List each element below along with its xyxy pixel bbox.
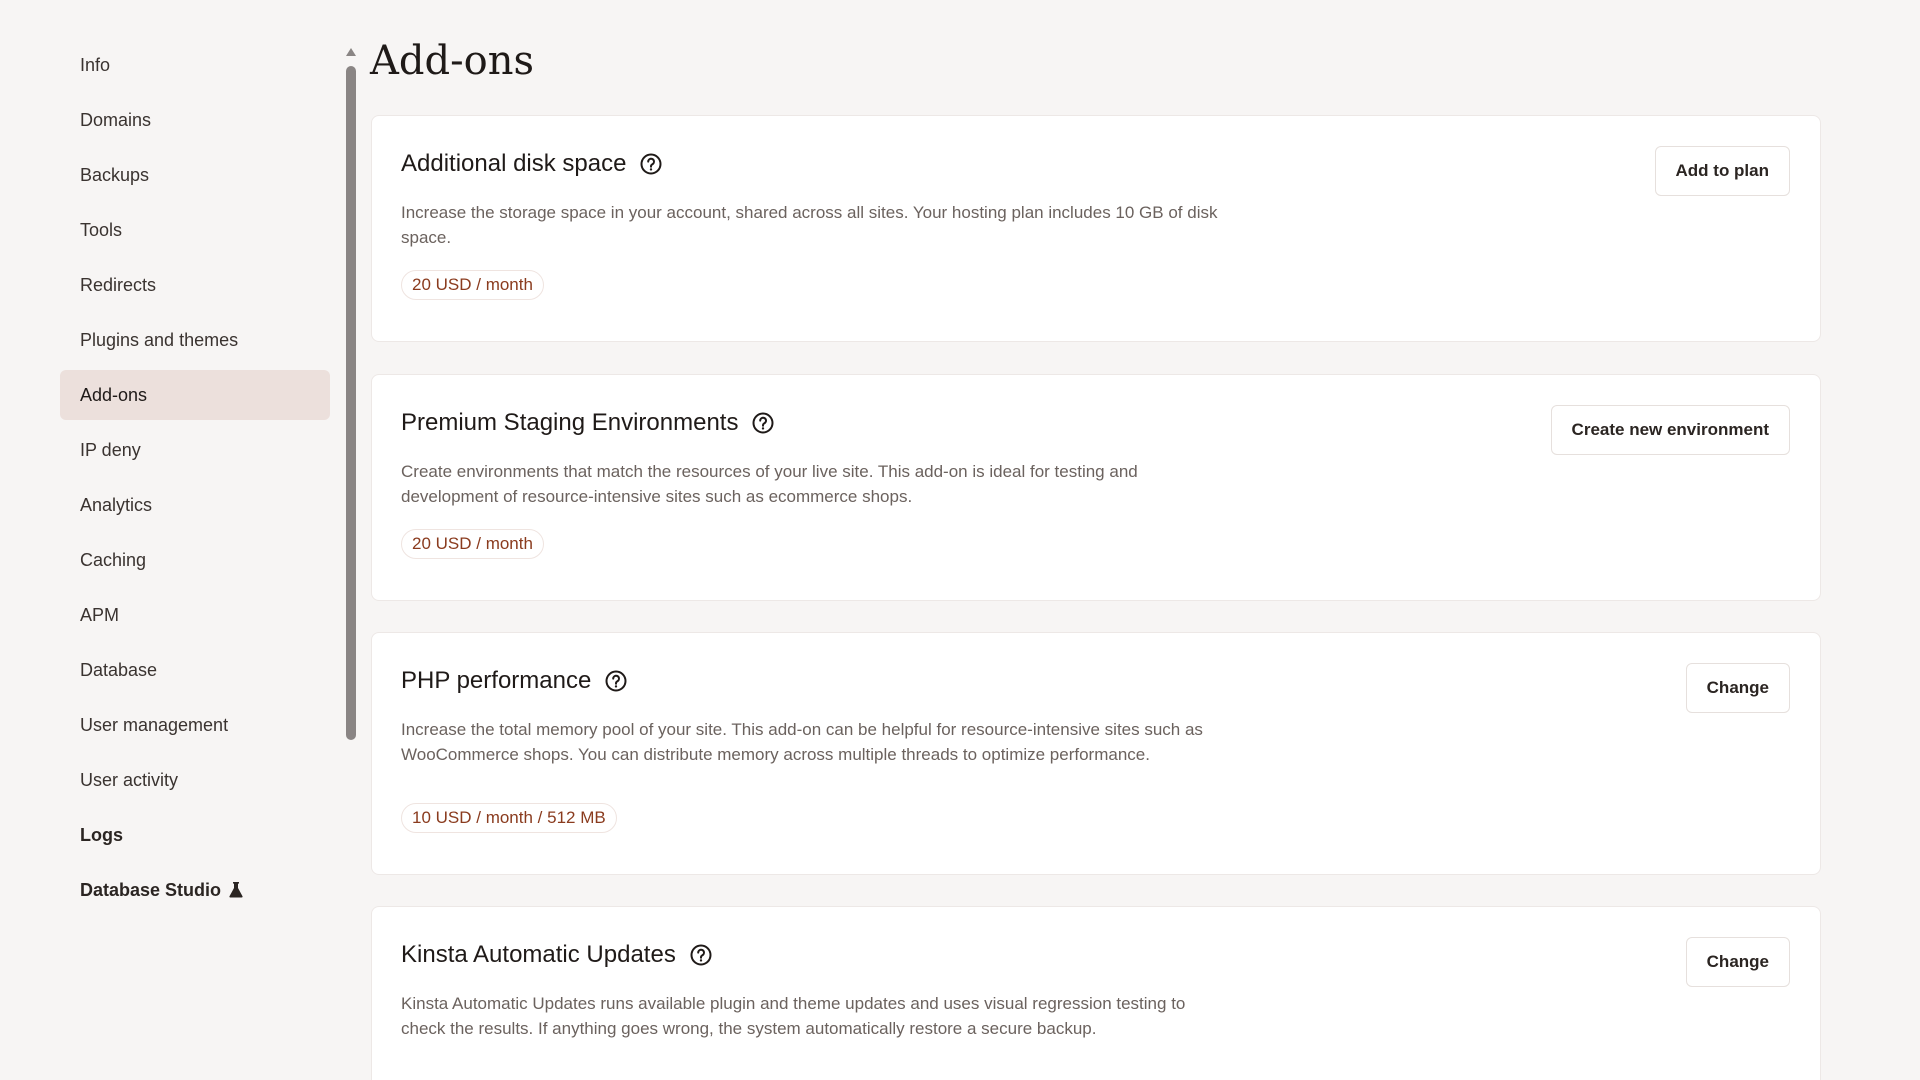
sidebar-item-info[interactable]: Info: [60, 40, 330, 90]
sidebar-item-domains[interactable]: Domains: [60, 95, 330, 145]
sidebar-item-label: Logs: [80, 824, 123, 845]
addon-card-premium-staging: Premium Staging Environments Create envi…: [371, 374, 1821, 601]
price-badge: 20 USD / month: [401, 529, 544, 559]
help-icon[interactable]: [605, 670, 627, 692]
sidebar: Info Domains Backups Tools Redirects Plu…: [60, 40, 330, 920]
addon-title: Premium Staging Environments: [401, 409, 774, 437]
sidebar-item-label: User management: [80, 714, 229, 735]
scrollbar-thumb[interactable]: [346, 66, 356, 740]
sidebar-item-label: Domains: [80, 109, 152, 130]
price-badge: 20 USD / month: [401, 270, 544, 300]
addon-title: PHP performance: [401, 667, 627, 695]
sidebar-item-label: Plugins and themes: [80, 329, 239, 350]
sidebar-item-label: Add-ons: [80, 384, 148, 405]
addon-title-text: Kinsta Automatic Updates: [401, 941, 676, 968]
create-new-environment-button[interactable]: Create new environment: [1550, 405, 1790, 455]
change-button[interactable]: Change: [1685, 937, 1790, 987]
addon-description: Increase the total memory pool of your s…: [401, 720, 1203, 764]
addon-title: Additional disk space: [401, 150, 662, 178]
addon-description: Increase the storage space in your accou…: [401, 203, 1218, 247]
sidebar-item-database[interactable]: Database: [60, 645, 330, 695]
sidebar-item-label: Analytics: [80, 494, 153, 515]
page-title: Add-ons: [370, 38, 534, 84]
addon-title: Kinsta Automatic Updates: [401, 941, 712, 969]
sidebar-item-tools[interactable]: Tools: [60, 205, 330, 255]
sidebar-item-label: Database Studio: [80, 879, 222, 900]
addon-description: Create environments that match the resou…: [401, 462, 1138, 506]
sidebar-item-ip-deny[interactable]: IP deny: [60, 425, 330, 475]
sidebar-item-label: IP deny: [80, 439, 141, 460]
sidebar-item-label: User activity: [80, 769, 179, 790]
price-badge: 10 USD / month / 512 MB: [401, 803, 617, 833]
sidebar-item-analytics[interactable]: Analytics: [60, 480, 330, 530]
sidebar-item-database-studio[interactable]: Database Studio: [60, 865, 330, 915]
addon-description: Kinsta Automatic Updates runs available …: [401, 994, 1186, 1038]
sidebar-item-label: Info: [80, 54, 111, 75]
sidebar-item-logs[interactable]: Logs: [60, 810, 330, 860]
change-button[interactable]: Change: [1685, 663, 1790, 713]
sidebar-item-user-management[interactable]: User management: [60, 700, 330, 750]
addon-card-php-performance: PHP performance Increase the total memor…: [371, 632, 1821, 875]
sidebar-item-label: Redirects: [80, 274, 157, 295]
scrollbar[interactable]: [346, 48, 356, 1078]
addon-title-text: Additional disk space: [401, 150, 627, 177]
sidebar-item-label: APM: [80, 604, 120, 625]
addon-title-text: Premium Staging Environments: [401, 409, 739, 436]
sidebar-item-add-ons[interactable]: Add-ons: [60, 370, 330, 420]
sidebar-item-label: Caching: [80, 549, 147, 570]
help-icon[interactable]: [640, 153, 662, 175]
sidebar-item-label: Backups: [80, 164, 150, 185]
sidebar-item-backups[interactable]: Backups: [60, 150, 330, 200]
help-icon[interactable]: [690, 944, 712, 966]
sidebar-item-apm[interactable]: APM: [60, 590, 330, 640]
addon-card-automatic-updates: Kinsta Automatic Updates Kinsta Automati…: [371, 906, 1821, 1080]
add-to-plan-button[interactable]: Add to plan: [1654, 146, 1790, 196]
addon-card-disk-space: Additional disk space Increase the stora…: [371, 115, 1821, 342]
sidebar-item-plugins-and-themes[interactable]: Plugins and themes: [60, 315, 330, 365]
sidebar-item-redirects[interactable]: Redirects: [60, 260, 330, 310]
sidebar-item-label: Tools: [80, 219, 123, 240]
sidebar-item-user-activity[interactable]: User activity: [60, 755, 330, 805]
sidebar-item-label: Database: [80, 659, 158, 680]
scroll-up-arrow-icon[interactable]: [346, 48, 356, 56]
flask-icon: [229, 882, 243, 898]
addon-title-text: PHP performance: [401, 667, 592, 694]
help-icon[interactable]: [752, 412, 774, 434]
sidebar-item-caching[interactable]: Caching: [60, 535, 330, 585]
